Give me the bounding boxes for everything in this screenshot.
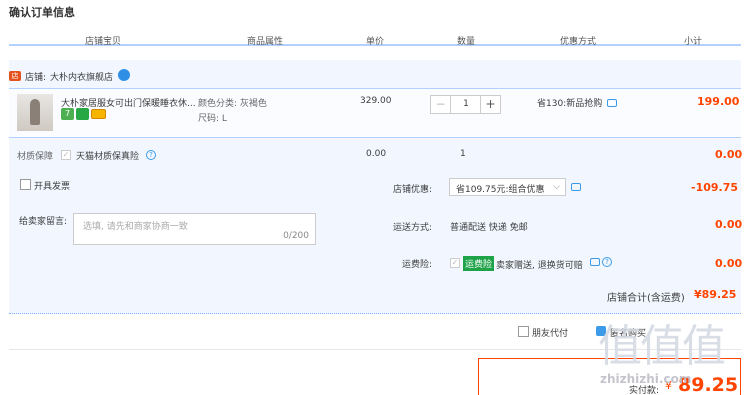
watermark-logo: 值值值 — [598, 321, 726, 372]
promo-chat-icon[interactable] — [607, 99, 617, 107]
discount-chat-icon[interactable] — [571, 183, 581, 191]
guarantee-icon — [76, 108, 89, 120]
message-counter: 0/200 — [283, 231, 309, 241]
help-icon[interactable]: ? — [146, 150, 156, 160]
wangwang-chat-icon[interactable] — [118, 69, 130, 81]
shop-discount-selected: 省109.75元:组合优惠 — [456, 185, 545, 195]
insurance-checkbox[interactable]: ✓ — [61, 150, 71, 160]
shop-discount-label: 店铺优惠: — [393, 185, 433, 195]
chevron-down-icon: ⌵ — [553, 182, 560, 192]
product-thumbnail[interactable] — [17, 94, 53, 131]
invoice-checkbox[interactable] — [20, 179, 31, 190]
col-quantity: 数量 — [457, 37, 476, 47]
item-promo: 省130:新品抢购 — [537, 99, 603, 109]
invoice-label[interactable]: 开具发票 — [34, 179, 70, 192]
quantity-stepper: − 1 + — [430, 95, 501, 114]
watermark-text: zhizhizhi.com — [600, 372, 692, 386]
freight-chat-icon[interactable] — [590, 258, 600, 266]
shop-total-label: 店铺合计(含运费) — [607, 293, 685, 304]
freight-insurance-amount: 0.00 — [715, 257, 743, 270]
col-attributes: 商品属性 — [247, 37, 284, 47]
shop-label: 店铺: — [25, 73, 47, 83]
friend-pay-checkbox[interactable] — [518, 326, 529, 337]
item-price: 329.00 — [360, 96, 392, 106]
quantity-decrease-button[interactable]: − — [431, 96, 451, 113]
item-attr-color: 颜色分类: 灰褐色 — [198, 99, 267, 109]
shop-name[interactable]: 大朴内衣旗舰店 — [50, 70, 113, 83]
message-placeholder: 选填, 请先和商家协商一致 — [83, 222, 188, 232]
freight-insurance-label: 运费险: — [402, 260, 433, 270]
insurance-price: 0.00 — [366, 149, 387, 159]
insurance-qty: 1 — [460, 149, 466, 159]
col-subtotal: 小计 — [684, 37, 703, 47]
message-input[interactable]: 选填, 请先和商家协商一致 0/200 — [73, 213, 316, 245]
shop-discount-select[interactable]: 省109.75元:组合优惠 ⌵ — [449, 178, 566, 196]
seven-day-return-icon: 7 — [61, 108, 74, 120]
col-shop-item: 店铺宝贝 — [85, 37, 122, 47]
credit-card-icon — [91, 109, 106, 119]
quantity-increase-button[interactable]: + — [480, 96, 500, 113]
insurance-option: 天猫材质保真险 — [76, 152, 140, 162]
friend-pay-label[interactable]: 朋友代付 — [532, 326, 568, 339]
freight-help-icon[interactable]: ? — [602, 257, 612, 267]
shipping-label: 运送方式: — [393, 223, 433, 233]
shipping-value: 普通配送 快递 免邮 — [450, 223, 528, 233]
col-discount: 优惠方式 — [560, 37, 597, 47]
insurance-label: 材质保障 — [17, 152, 54, 162]
shop-discount-amount: -109.75 — [691, 181, 739, 194]
freight-insurance-desc: 卖家赠送, 退换货可赔 — [496, 261, 583, 271]
column-header: 店铺宝贝 商品属性 单价 数量 优惠方式 小计 — [9, 32, 741, 47]
col-price: 单价 — [366, 37, 385, 47]
insurance-subtotal: 0.00 — [715, 148, 743, 161]
item-subtotal: 199.00 — [697, 95, 740, 108]
shop-icon: 店 — [9, 71, 21, 81]
page-title: 确认订单信息 — [9, 6, 75, 19]
freight-insurance-tag: 运费险 — [463, 256, 495, 271]
item-attr-size: 尺码: L — [198, 114, 227, 124]
message-label: 给卖家留言: — [19, 217, 68, 227]
freight-insurance-checkbox[interactable]: ✓ — [450, 258, 460, 268]
shipping-amount: 0.00 — [715, 218, 743, 231]
shop-total-amount: ¥89.25 — [694, 288, 737, 301]
quantity-input[interactable]: 1 — [452, 96, 480, 113]
